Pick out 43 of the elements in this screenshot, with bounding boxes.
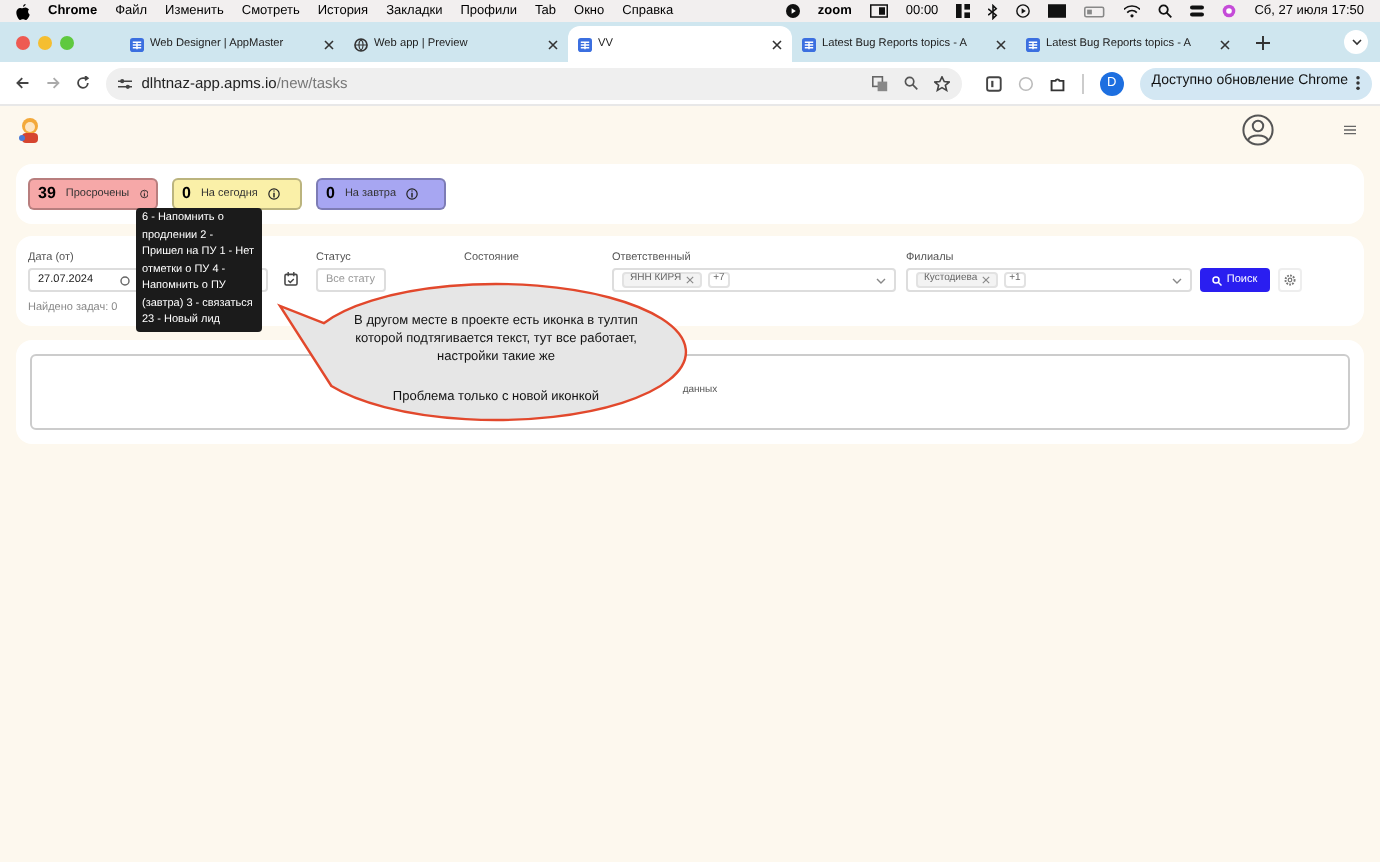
calendar-icon[interactable] xyxy=(284,272,298,286)
chevron-down-icon xyxy=(1351,38,1361,46)
info-icon[interactable] xyxy=(139,188,148,200)
search-icon[interactable] xyxy=(1158,4,1173,18)
info-icon[interactable] xyxy=(406,188,419,200)
bluetooth-icon[interactable] xyxy=(988,3,999,19)
close-window-icon[interactable] xyxy=(16,35,30,49)
app-icon xyxy=(130,37,144,51)
close-icon[interactable] xyxy=(996,39,1006,49)
close-icon[interactable] xyxy=(324,39,334,49)
plus-icon[interactable] xyxy=(1256,36,1270,50)
app-icon xyxy=(802,37,816,51)
switches-icon[interactable] xyxy=(1190,4,1205,18)
app-icon xyxy=(1026,37,1040,51)
more-icon xyxy=(1355,76,1360,90)
close-icon[interactable] xyxy=(548,39,558,49)
close-icon[interactable] xyxy=(1220,39,1230,49)
zoom-icon[interactable] xyxy=(904,76,919,90)
play-icon[interactable] xyxy=(1016,4,1031,18)
wifi-icon[interactable] xyxy=(1124,4,1141,18)
chevron-down-icon xyxy=(1172,277,1182,283)
settings-button[interactable] xyxy=(1278,268,1302,292)
reload-icon[interactable] xyxy=(75,76,90,90)
tune-icon[interactable] xyxy=(117,77,132,89)
app-icon xyxy=(578,37,592,51)
settings-icon xyxy=(1284,274,1296,286)
apple-icon[interactable] xyxy=(16,3,30,19)
tab-search-button[interactable] xyxy=(1344,30,1368,54)
user-avatar-icon[interactable] xyxy=(1242,114,1274,146)
chevron-down-icon xyxy=(876,277,886,283)
logo-icon[interactable] xyxy=(16,116,44,144)
info-icon[interactable] xyxy=(267,188,280,200)
translate-icon[interactable] xyxy=(872,75,889,91)
globe-icon xyxy=(354,37,368,51)
back-arrow-icon[interactable] xyxy=(16,76,30,90)
close-icon[interactable] xyxy=(772,39,782,49)
search-icon xyxy=(1212,275,1223,285)
assistant-icon[interactable] xyxy=(1222,4,1237,18)
screen-icon[interactable] xyxy=(869,4,888,18)
star-icon[interactable] xyxy=(934,75,951,91)
menu-icon[interactable] xyxy=(1344,124,1356,136)
battery-icon[interactable] xyxy=(1084,5,1107,17)
grid-icon[interactable] xyxy=(956,4,971,18)
